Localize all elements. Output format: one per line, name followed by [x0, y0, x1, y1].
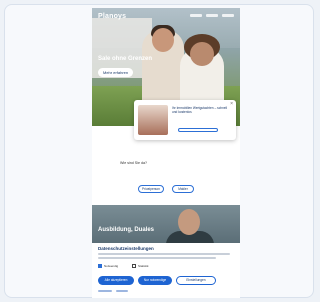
- promo-popup: Ihr Immobilien Wertgutachten – schnell u…: [134, 100, 236, 140]
- menu-icon[interactable]: [190, 14, 234, 17]
- popup-text: Ihr Immobilien Wertgutachten – schnell u…: [172, 106, 228, 114]
- popup-thumbnail: [138, 105, 168, 135]
- audience-prompt: Wie sind Sie da?: [120, 161, 147, 165]
- checkbox-statistics[interactable]: [132, 264, 136, 268]
- brand-logo[interactable]: Planoys: [98, 13, 126, 20]
- checkbox-necessary[interactable]: [98, 264, 102, 268]
- footer-link[interactable]: [98, 290, 112, 292]
- checkbox-label: Statistik: [138, 264, 149, 268]
- hero-headline: Sale ohne Grenzen: [98, 56, 153, 62]
- consent-text-line: [98, 257, 216, 259]
- mobile-page-preview: Planoys Sale ohne Grenzen Mehr erfahren …: [92, 8, 240, 298]
- banner-title: Ausbildung, Duales: [98, 227, 155, 233]
- banner-person-face: [178, 209, 200, 235]
- hero-cta-button[interactable]: Mehr erfahren: [98, 68, 134, 77]
- checkbox-label: Notwendig: [104, 264, 119, 268]
- accept-all-button[interactable]: Alle akzeptieren: [98, 276, 134, 285]
- option-button-agent[interactable]: Makler: [172, 185, 194, 193]
- consent-text-line: [98, 253, 230, 255]
- settings-button[interactable]: Einstellungen: [176, 276, 216, 285]
- necessary-only-button[interactable]: Nur notwendige: [138, 276, 172, 285]
- popup-link[interactable]: [178, 128, 218, 132]
- consent-title: Datenschutzeinstellungen: [98, 246, 154, 251]
- close-icon[interactable]: ×: [230, 101, 233, 107]
- option-button-private[interactable]: Privatperson: [138, 185, 164, 193]
- footer-link[interactable]: [116, 290, 128, 292]
- career-banner: Ausbildung, Duales: [92, 205, 240, 243]
